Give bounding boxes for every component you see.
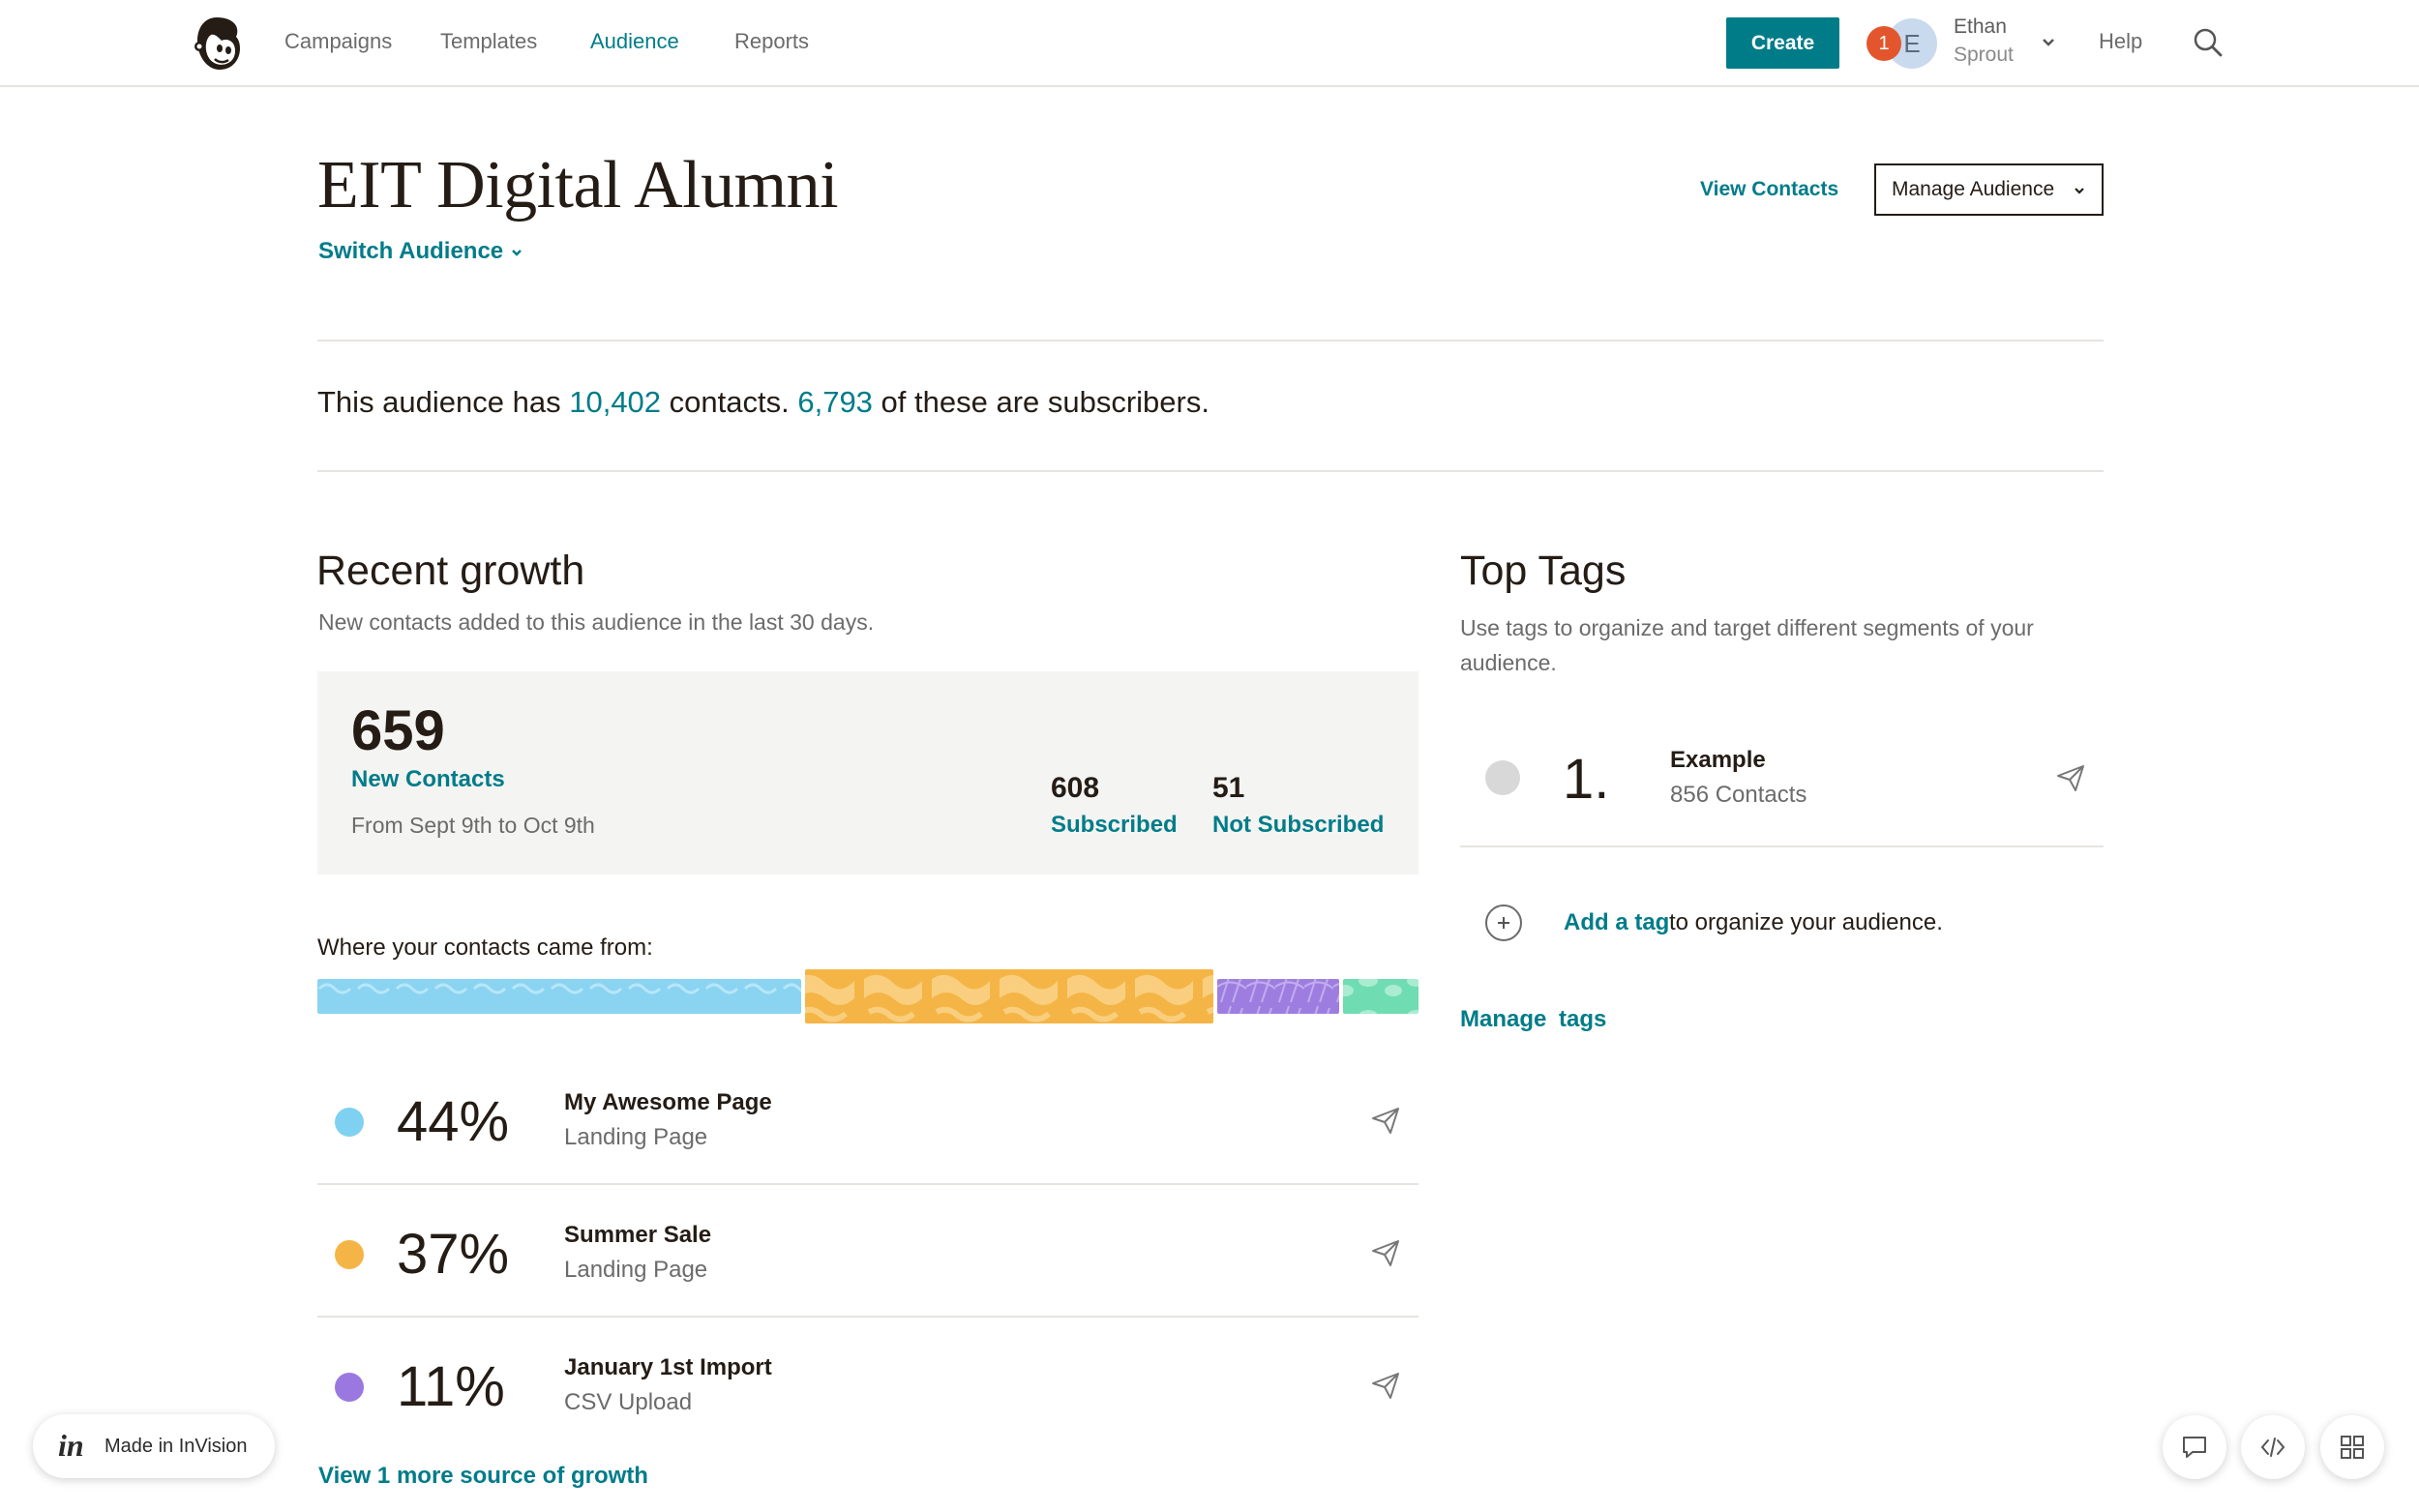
nav-campaigns[interactable]: Campaigns xyxy=(284,29,392,54)
create-button[interactable]: Create xyxy=(1726,17,1839,69)
subscribed-count: 608 xyxy=(1051,772,1100,804)
nav-audience[interactable]: Audience xyxy=(590,29,679,54)
mailchimp-logo-icon[interactable] xyxy=(188,14,246,74)
switch-audience-label: Switch Audience xyxy=(318,238,504,264)
screens-button[interactable] xyxy=(2320,1415,2384,1479)
source-type: CSV Upload xyxy=(564,1389,693,1415)
source-percent: 44% xyxy=(397,1090,510,1153)
chevron-down-icon xyxy=(2075,188,2084,194)
not-subscribed-link[interactable]: Not Subscribed xyxy=(1212,812,1384,839)
date-range: From Sept 9th to Oct 9th xyxy=(351,813,595,838)
recent-growth-subtitle: New contacts added to this audience in t… xyxy=(318,609,875,635)
top-tags-title: Top Tags xyxy=(1460,548,1627,594)
growth-summary-card: 659 New Contacts From Sept 9th to Oct 9t… xyxy=(317,671,1419,875)
manage-audience-dropdown[interactable]: Manage Audience xyxy=(1874,163,2104,216)
list-item: 11% January 1st Import CSV Upload xyxy=(317,1318,1419,1450)
add-tag-row: Add a tag to organize your audience. xyxy=(1460,890,2104,958)
grid-icon xyxy=(2341,1436,2364,1459)
send-icon[interactable] xyxy=(2055,762,2086,793)
top-navigation: Campaigns Templates Audience Reports Cre… xyxy=(0,0,2419,87)
add-tag-link[interactable]: Add a tag xyxy=(1564,909,1669,936)
tag-rank: 1. xyxy=(1563,748,1610,811)
switch-audience-link[interactable]: Switch Audience xyxy=(318,238,524,265)
tag-contact-count: 856 Contacts xyxy=(1670,782,1807,808)
send-icon[interactable] xyxy=(1370,1370,1401,1401)
source-name: Summer Sale xyxy=(564,1222,712,1248)
view-contacts-link[interactable]: View Contacts xyxy=(1700,178,1838,201)
not-subscribed-count: 51 xyxy=(1212,772,1245,804)
plus-icon[interactable] xyxy=(1485,904,1522,941)
notification-badge[interactable]: 1 xyxy=(1867,26,1901,61)
audience-summary: This audience has 10,402 contacts. 6,793… xyxy=(317,385,1210,420)
manage-tags-link[interactable]: Manage tags xyxy=(1460,1006,1606,1033)
help-link[interactable]: Help xyxy=(2099,29,2142,54)
chevron-down-icon[interactable] xyxy=(2039,33,2058,52)
source-percent: 11% xyxy=(397,1355,505,1418)
tag-row: 1. Example 856 Contacts xyxy=(1460,718,2104,847)
search-icon[interactable] xyxy=(2193,27,2224,58)
source-bar-label: Where your contacts came from: xyxy=(317,934,653,961)
source-percent: 37% xyxy=(397,1223,510,1286)
source-color-dot xyxy=(335,1373,364,1402)
recent-growth-title: Recent growth xyxy=(316,548,585,594)
source-color-dot xyxy=(335,1108,364,1137)
subscribed-link[interactable]: Subscribed xyxy=(1051,812,1178,839)
send-icon[interactable] xyxy=(1370,1105,1401,1136)
page-title: EIT Digital Alumni xyxy=(317,148,839,222)
contacts-count: 10,402 xyxy=(569,385,662,419)
source-segment xyxy=(1343,979,1419,1014)
list-item: 44% My Awesome Page Landing Page xyxy=(317,1052,1419,1185)
code-icon xyxy=(2260,1438,2285,1457)
new-contacts-count: 659 xyxy=(351,699,445,762)
summary-middle: contacts. xyxy=(661,385,798,419)
source-type: Landing Page xyxy=(564,1124,708,1150)
nav-reports[interactable]: Reports xyxy=(734,29,809,54)
comment-icon xyxy=(2183,1437,2206,1458)
divider xyxy=(317,470,2104,472)
divider xyxy=(317,340,2104,341)
source-name: January 1st Import xyxy=(564,1354,772,1380)
source-segment xyxy=(317,979,801,1014)
manage-audience-label: Manage Audience xyxy=(1892,178,2055,200)
tag-name: Example xyxy=(1670,747,1766,773)
invision-badge[interactable]: in Made in InVision xyxy=(33,1414,275,1478)
source-segment xyxy=(1217,979,1339,1014)
add-tag-text: to organize your audience. xyxy=(1669,909,1943,935)
source-color-dot xyxy=(335,1240,364,1269)
new-contacts-link[interactable]: New Contacts xyxy=(351,766,505,793)
view-more-sources-link[interactable]: View 1 more source of growth xyxy=(318,1463,648,1490)
summary-prefix: This audience has xyxy=(317,385,570,419)
subscribers-count: 6,793 xyxy=(797,385,873,419)
user-first-name[interactable]: Ethan xyxy=(1954,15,2007,39)
tag-color-dot xyxy=(1485,760,1520,795)
nav-templates[interactable]: Templates xyxy=(440,29,537,54)
source-segment xyxy=(805,969,1213,1023)
list-item: 37% Summer Sale Landing Page xyxy=(317,1185,1419,1318)
source-distribution-bar xyxy=(317,969,1419,1023)
send-icon[interactable] xyxy=(1370,1237,1401,1268)
top-tags-subtitle: Use tags to organize and target differen… xyxy=(1460,615,2034,675)
invision-label: Made in InVision xyxy=(105,1436,248,1457)
source-type: Landing Page xyxy=(564,1257,708,1283)
comment-button[interactable] xyxy=(2163,1415,2226,1479)
user-last-name[interactable]: Sprout xyxy=(1954,44,2014,67)
inspect-button[interactable] xyxy=(2241,1415,2305,1479)
summary-suffix: of these are subscribers. xyxy=(872,385,1210,419)
source-name: My Awesome Page xyxy=(564,1089,772,1115)
invision-logo-icon: in xyxy=(58,1428,84,1463)
chevron-down-icon xyxy=(512,249,523,256)
